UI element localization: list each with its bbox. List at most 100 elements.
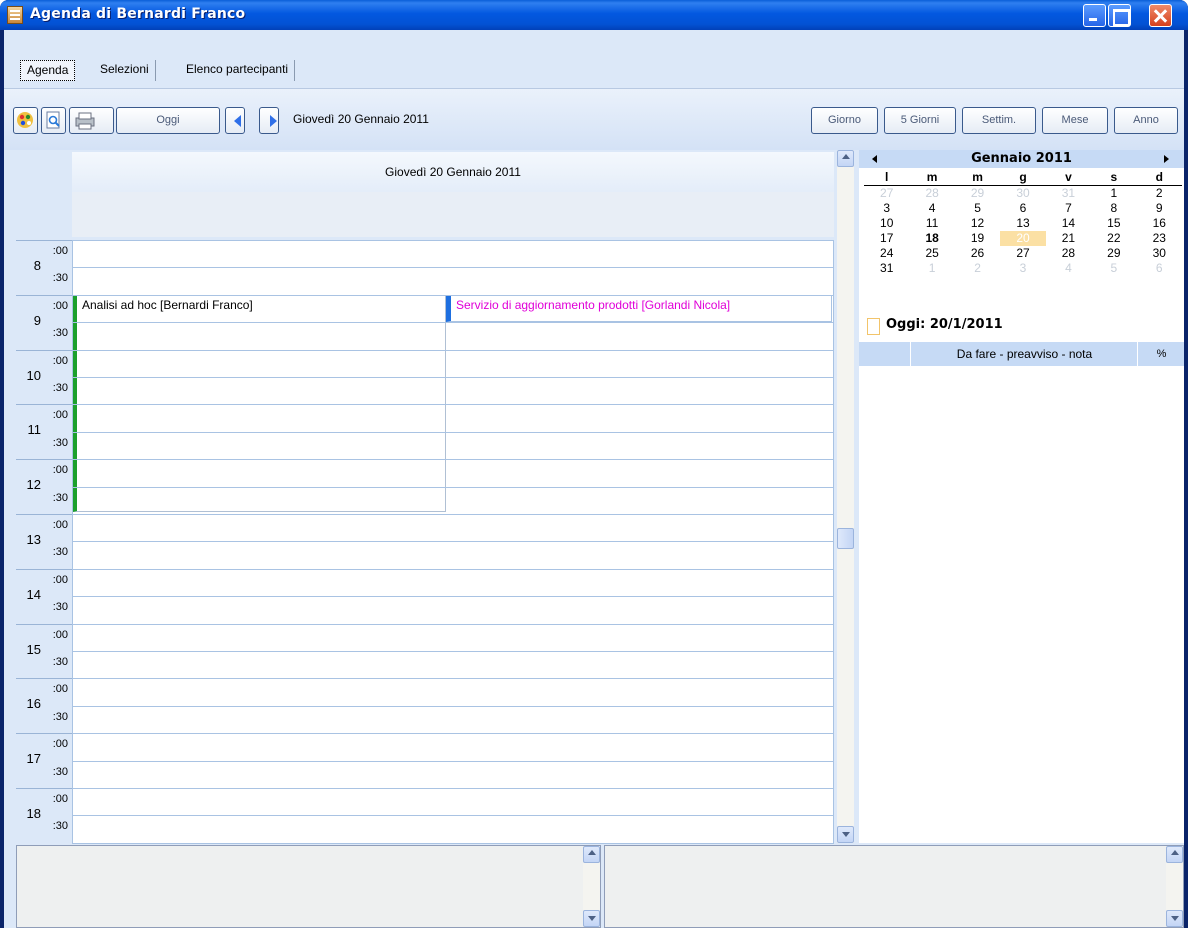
event-title: Servizio di aggiornamento prodotti [Gorl… <box>456 298 731 312</box>
calendar-day[interactable]: 1 <box>909 261 954 276</box>
calendar-day[interactable]: 3 <box>1000 261 1045 276</box>
weekday-label: l <box>885 170 889 184</box>
next-month-icon[interactable] <box>1164 155 1169 163</box>
calendar-day[interactable]: 3 <box>864 201 909 216</box>
printer-icon[interactable] <box>69 107 114 134</box>
day-view-header: Giovedì 20 Gennaio 2011 <box>16 150 834 240</box>
todo-column-percent[interactable]: % <box>1139 342 1184 366</box>
time-slot-line <box>72 761 834 762</box>
calendar-day[interactable]: 15 <box>1091 216 1136 231</box>
calendar-day[interactable]: 10 <box>864 216 909 231</box>
hour-divider <box>16 788 72 789</box>
calendar-day[interactable]: 19 <box>955 231 1000 246</box>
today-link[interactable]: Oggi: 20/1/2011 <box>886 317 1003 332</box>
scroll-up-icon[interactable] <box>583 846 600 863</box>
palette-icon[interactable] <box>13 107 38 134</box>
calendar-day[interactable]: 16 <box>1137 216 1182 231</box>
view-giorno-button[interactable]: Giorno <box>811 107 878 134</box>
view-mese-button[interactable]: Mese <box>1042 107 1108 134</box>
minimize-button[interactable] <box>1083 4 1106 27</box>
hour-label: 14 <box>26 586 41 602</box>
print-preview-icon[interactable] <box>41 107 66 134</box>
time-slot-line <box>72 733 834 734</box>
scroll-thumb[interactable] <box>837 528 854 549</box>
calendar-day[interactable]: 5 <box>1091 261 1136 276</box>
calendar-day[interactable]: 5 <box>955 201 1000 216</box>
calendar-day[interactable]: 14 <box>1046 216 1091 231</box>
calendar-day[interactable]: 29 <box>1091 246 1136 261</box>
minute-label: :00 <box>52 628 68 641</box>
calendar-day[interactable]: 24 <box>864 246 909 261</box>
title-bar[interactable]: Agenda di Bernardi Franco <box>0 0 1188 30</box>
maximize-button[interactable] <box>1108 4 1131 27</box>
close-button[interactable] <box>1149 4 1172 27</box>
scroll-up-icon[interactable] <box>1166 846 1183 863</box>
calendar-day[interactable]: 28 <box>909 186 954 201</box>
notes-right-scrollbar[interactable] <box>1166 846 1183 927</box>
calendar-day[interactable]: 7 <box>1046 201 1091 216</box>
day-view-scrollbar[interactable] <box>837 150 854 843</box>
tab-elenco-partecipanti[interactable]: Elenco partecipanti <box>180 60 296 81</box>
calendar-day[interactable]: 26 <box>955 246 1000 261</box>
calendar-day[interactable]: 1 <box>1091 186 1136 201</box>
view-5-giorni-button[interactable]: 5 Giorni <box>884 107 956 134</box>
view-settimana-button[interactable]: Settim. <box>962 107 1036 134</box>
calendar-day[interactable]: 17 <box>864 231 909 246</box>
previous-day-icon[interactable] <box>225 107 245 134</box>
calendar-day[interactable]: 12 <box>955 216 1000 231</box>
event-servizio-aggiornamento[interactable]: Servizio di aggiornamento prodotti [Gorl… <box>446 295 832 322</box>
next-day-icon[interactable] <box>259 107 279 134</box>
calendar-day[interactable]: 31 <box>1046 186 1091 201</box>
time-slot-line <box>72 240 834 241</box>
calendar-day[interactable]: 23 <box>1137 231 1182 246</box>
notes-left-scrollbar[interactable] <box>583 846 600 927</box>
calendar-day[interactable]: 4 <box>1046 261 1091 276</box>
notes-pane-right[interactable] <box>604 845 1184 928</box>
calendar-day[interactable]: 9 <box>1137 201 1182 216</box>
calendar-day[interactable]: 4 <box>909 201 954 216</box>
calendar-day[interactable]: 21 <box>1046 231 1091 246</box>
todo-column-blank[interactable] <box>859 342 911 366</box>
tab-selezioni[interactable]: Selezioni <box>94 60 156 81</box>
scroll-down-icon[interactable] <box>1166 910 1183 927</box>
calendar-day[interactable]: 2 <box>955 261 1000 276</box>
calendar-day[interactable]: 2 <box>1137 186 1182 201</box>
time-slot-line <box>72 459 834 460</box>
calendar-day[interactable]: 27 <box>864 186 909 201</box>
calendar-day[interactable]: 20 <box>1000 231 1046 246</box>
calendar-day[interactable]: 27 <box>1000 246 1045 261</box>
calendar-day[interactable]: 30 <box>1137 246 1182 261</box>
view-anno-button[interactable]: Anno <box>1114 107 1178 134</box>
calendar-day[interactable]: 28 <box>1046 246 1091 261</box>
calendar-day[interactable]: 18 <box>909 231 954 246</box>
calendar-week: 10 11 12 13 14 15 16 <box>864 216 1182 231</box>
time-slot-line <box>72 541 834 542</box>
calendar-day[interactable]: 13 <box>1000 216 1045 231</box>
weekday-label: g <box>1019 170 1027 184</box>
calendar-day[interactable]: 25 <box>909 246 954 261</box>
calendar-day[interactable]: 30 <box>1000 186 1045 201</box>
minute-label: :00 <box>52 354 68 367</box>
hour-label: 16 <box>26 696 41 712</box>
all-day-area[interactable] <box>72 192 834 237</box>
notes-pane-left[interactable] <box>16 845 601 928</box>
day-grid[interactable]: Analisi ad hoc [Bernardi Franco] Servizi… <box>72 240 834 844</box>
time-slot-line <box>72 350 834 351</box>
scroll-down-icon[interactable] <box>837 826 854 843</box>
calendar-day[interactable]: 29 <box>955 186 1000 201</box>
time-slot-line <box>72 514 834 515</box>
today-marker-icon <box>867 318 880 335</box>
today-button[interactable]: Oggi <box>116 107 220 134</box>
calendar-day[interactable]: 22 <box>1091 231 1136 246</box>
scroll-up-icon[interactable] <box>837 150 854 167</box>
scroll-down-icon[interactable] <box>583 910 600 927</box>
calendar-day[interactable]: 6 <box>1000 201 1045 216</box>
calendar-day[interactable]: 31 <box>864 261 909 276</box>
calendar-day[interactable]: 11 <box>909 216 954 231</box>
tab-agenda[interactable]: Agenda <box>20 60 76 81</box>
todo-column-description[interactable]: Da fare - preavviso - nota <box>912 342 1138 366</box>
hour-divider <box>16 294 72 296</box>
calendar-day[interactable]: 8 <box>1091 201 1136 216</box>
calendar-week: 3456789 <box>864 201 1182 216</box>
calendar-day[interactable]: 6 <box>1137 261 1182 276</box>
